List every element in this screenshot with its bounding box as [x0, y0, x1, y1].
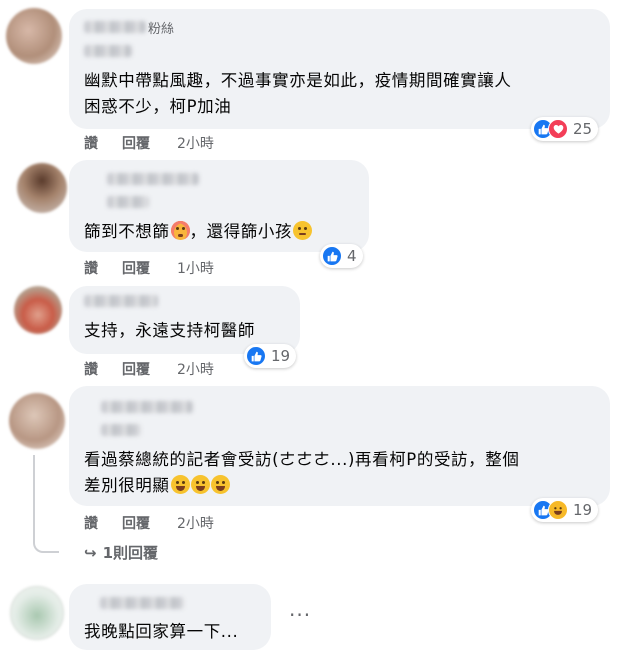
laughing-emoji-icon: [190, 475, 210, 494]
commenter-name[interactable]: [100, 597, 184, 609]
laughing-emoji-icon: [170, 475, 190, 494]
view-replies-link[interactable]: ↪ 1則回覆: [84, 542, 158, 563]
comment-text: 看過蔡總統的記者會受訪(ㄜㄜㄜ...)再看柯P的受訪，整個 差別很明顯: [84, 450, 520, 495]
timestamp[interactable]: 1小時: [177, 258, 214, 278]
love-icon: [548, 119, 568, 139]
timestamp[interactable]: 2小時: [177, 359, 214, 379]
reaction-summary[interactable]: 25: [531, 117, 599, 141]
laughing-emoji-icon: [210, 475, 230, 494]
like-icon: [246, 346, 266, 366]
reply-link[interactable]: 回覆: [122, 258, 150, 278]
comment-text: 篩到不想篩 ，還得篩小孩: [84, 219, 313, 245]
comment-text: 支持，永遠支持柯醫師: [84, 321, 255, 340]
like-link[interactable]: 讚: [84, 258, 98, 278]
commenter-name[interactable]: [101, 401, 193, 413]
reply-thread-line: [33, 455, 59, 553]
reaction-summary[interactable]: 19: [531, 498, 599, 522]
like-icon: [322, 246, 342, 266]
commenter-subtitle: [84, 45, 132, 57]
comment-text: 幽默中帶點風趣，不過事實亦是如此，疫情期間確實讓人 困惑不少，柯P加油: [84, 71, 512, 116]
eye-roll-emoji-icon: [293, 221, 313, 240]
commenter-subtitle: [101, 424, 141, 436]
reply-link[interactable]: 回覆: [122, 359, 150, 379]
like-link[interactable]: 讚: [84, 133, 98, 153]
reply-link[interactable]: 回覆: [122, 513, 150, 533]
flushed-emoji-icon: [170, 221, 190, 240]
comment-text: 我晚點回家算一下...: [84, 622, 239, 641]
like-link[interactable]: 讚: [84, 513, 98, 533]
haha-icon: [548, 500, 568, 520]
like-link[interactable]: 讚: [84, 359, 98, 379]
commenter-name[interactable]: [107, 173, 199, 185]
avatar[interactable]: [17, 163, 67, 213]
reaction-count: 25: [573, 120, 593, 138]
timestamp[interactable]: 2小時: [177, 133, 214, 153]
ellipsis-icon[interactable]: ···: [289, 603, 311, 627]
commenter-name[interactable]: [84, 21, 146, 33]
timestamp[interactable]: 2小時: [177, 513, 214, 533]
avatar[interactable]: [14, 286, 62, 334]
avatar[interactable]: [9, 393, 65, 449]
reaction-summary[interactable]: 19: [244, 344, 297, 368]
reply-link[interactable]: 回覆: [122, 133, 150, 153]
avatar[interactable]: [6, 8, 62, 64]
avatar[interactable]: [10, 586, 64, 640]
reaction-count: 19: [271, 347, 291, 365]
reaction-count: 4: [347, 247, 357, 265]
reaction-count: 19: [573, 501, 593, 519]
reply-arrow-icon: ↪: [84, 544, 97, 562]
commenter-subtitle: [107, 196, 149, 208]
reaction-summary[interactable]: 4: [320, 244, 363, 268]
commenter-name[interactable]: [84, 295, 158, 307]
commenter-badge: 粉絲: [148, 22, 175, 37]
